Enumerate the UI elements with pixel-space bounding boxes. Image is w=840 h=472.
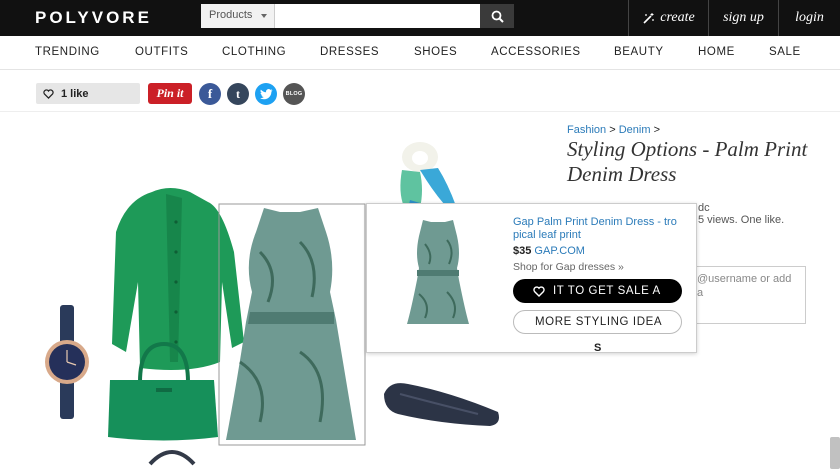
polyvore-logo[interactable]: POLYVORE	[35, 8, 152, 28]
top-bar: POLYVORE Products create sign up login	[0, 0, 840, 36]
magic-wand-icon	[643, 12, 655, 24]
category-nav: TRENDING OUTFITS CLOTHING DRESSES SHOES …	[0, 36, 840, 70]
twitter-icon[interactable]	[255, 83, 277, 105]
heart-icon	[43, 88, 54, 99]
nav-item-beauty[interactable]: BEAUTY	[614, 46, 664, 58]
nav-item-outfits[interactable]: OUTFITS	[135, 46, 188, 58]
product-popup: Gap Palm Print Denim Dress - tro pical l…	[366, 203, 697, 354]
nav-item-shoes[interactable]: SHOES	[414, 46, 457, 58]
search-category-label: Products	[209, 9, 253, 21]
search-icon	[491, 10, 504, 23]
scarf-image[interactable]	[400, 142, 456, 212]
breadcrumb: Fashion > Denim >	[567, 124, 660, 136]
more-styling-button[interactable]: MORE STYLING IDEA	[513, 310, 682, 334]
flat-shoe-image[interactable]	[384, 383, 499, 426]
shop-link[interactable]: Shop for Gap dresses »	[513, 261, 624, 273]
sign-up-link[interactable]: sign up	[708, 0, 778, 36]
price-value: $35	[513, 245, 532, 257]
popup-trailing-text: S	[594, 342, 602, 354]
dress-image[interactable]	[226, 208, 356, 440]
nav-item-clothing[interactable]: CLOTHING	[222, 46, 286, 58]
facebook-icon[interactable]: f	[199, 83, 221, 105]
product-price: $35 GAP.COM	[513, 245, 585, 257]
search-category-select[interactable]: Products	[201, 4, 275, 28]
share-bar: 1 like Pin it f t BLOG	[0, 70, 840, 112]
accessory-image[interactable]	[148, 450, 196, 466]
cardigan-image[interactable]	[112, 188, 244, 370]
breadcrumb-fashion[interactable]: Fashion	[567, 124, 606, 136]
scrollbar-thumb[interactable]	[830, 437, 840, 469]
pin-it-button[interactable]: Pin it	[148, 83, 192, 104]
store-link[interactable]: GAP.COM	[534, 245, 585, 257]
nav-item-home[interactable]: HOME	[698, 46, 735, 58]
heart-icon	[533, 285, 545, 297]
breadcrumb-denim[interactable]: Denim	[619, 124, 651, 136]
breadcrumb-separator: >	[609, 124, 616, 136]
nav-item-trending[interactable]: TRENDING	[35, 46, 100, 58]
product-title-link[interactable]: Gap Palm Print Denim Dress - tro pical l…	[513, 216, 688, 242]
breadcrumb-trail: >	[653, 124, 660, 136]
login-link[interactable]: login	[778, 0, 840, 36]
search-bar: Products	[201, 4, 514, 28]
create-label: create	[660, 10, 695, 25]
get-it-label: IT TO GET SALE A	[553, 285, 661, 297]
search-input[interactable]	[275, 4, 480, 28]
like-count: 1 like	[61, 87, 89, 100]
nav-item-dresses[interactable]: DRESSES	[320, 46, 379, 58]
get-it-button[interactable]: IT TO GET SALE A	[513, 279, 682, 303]
like-button[interactable]: 1 like	[36, 83, 140, 104]
nav-item-accessories[interactable]: ACCESSORIES	[491, 46, 581, 58]
page-title: Styling Options - Palm Print Denim Dress	[567, 137, 808, 186]
product-thumbnail[interactable]	[403, 214, 473, 326]
create-link[interactable]: create	[628, 0, 708, 36]
comment-input[interactable]: @username or add a	[690, 266, 806, 324]
account-links: create sign up login	[628, 0, 840, 36]
watch-image[interactable]	[45, 305, 89, 419]
tumblr-icon[interactable]: t	[227, 83, 249, 105]
blog-icon[interactable]: BLOG	[283, 83, 305, 105]
chevron-down-icon	[261, 14, 267, 18]
nav-item-sale[interactable]: SALE	[769, 46, 801, 58]
meta-fragment-1: dc	[698, 202, 710, 214]
search-button[interactable]	[480, 4, 514, 28]
views-likes-text: 5 views. One like.	[698, 214, 785, 226]
twitter-bird-glyph	[259, 88, 272, 99]
